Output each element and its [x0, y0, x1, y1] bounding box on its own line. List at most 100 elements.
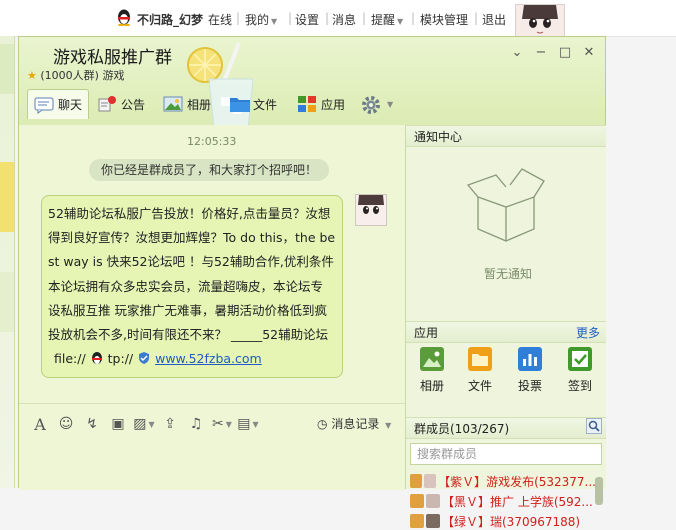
group-size: (1000人群) — [40, 69, 99, 82]
music-icon[interactable]: ♫ — [183, 415, 209, 433]
settings-menu[interactable]: ▼ — [361, 89, 393, 119]
member-list-item[interactable]: 【黑Ｖ】推广 上学族(592... — [410, 492, 596, 510]
shake-icon[interactable]: ↯ — [79, 415, 105, 433]
folder-icon — [468, 347, 492, 371]
message-line: file:// tp:// www.52fzba.com — [48, 347, 338, 371]
tab-label: 公告 — [121, 97, 146, 112]
logout-link[interactable]: 退出 — [482, 11, 506, 28]
tab-label: 应用 — [321, 97, 346, 112]
app-files[interactable]: 文件 — [460, 347, 500, 394]
app-vote[interactable]: 投票 — [510, 347, 550, 394]
close-icon[interactable]: ✕ — [581, 45, 597, 60]
tab-label: 聊天 — [58, 98, 83, 112]
member-avatar — [426, 494, 440, 508]
gift-icon[interactable]: ▣ — [105, 415, 131, 433]
member-list-scrollbar[interactable] — [595, 477, 603, 505]
album-icon — [163, 95, 183, 113]
emoji-icon[interactable]: ☺ — [53, 415, 79, 433]
chevron-down-icon: ▼ — [148, 419, 155, 429]
empty-notice-text: 暂无通知 — [484, 267, 533, 281]
album-icon — [420, 347, 444, 371]
chevron-down-icon: ▼ — [385, 421, 392, 430]
history-label: 消息记录 — [331, 417, 380, 431]
empty-box-icon — [466, 168, 545, 242]
edge-band — [0, 44, 14, 94]
search-icon — [588, 420, 600, 432]
font-icon[interactable]: A — [27, 415, 53, 434]
message-input-area[interactable]: A ☺ ↯ ▣ ▨ ▼ ⇪ ♫ ✂ ▼ ▤ ▼ ◷ 消息记录 ▼ — [19, 403, 405, 490]
chat-message-area[interactable]: 12:05:33 你已经是群成员了，和大家打个招呼吧！ 52辅助论坛私服广告投放… — [19, 125, 405, 403]
image-icon[interactable]: ▨ ▼ — [131, 415, 157, 433]
upload-icon[interactable]: ⇪ — [157, 415, 183, 433]
chevron-down-icon: ▼ — [252, 419, 259, 429]
message-history-button[interactable]: ◷ 消息记录 ▼ — [317, 415, 391, 432]
separator: | — [474, 11, 479, 25]
edge-band — [0, 272, 14, 332]
apps-more-link[interactable]: 更多 — [576, 322, 600, 344]
section-title: 应用 — [414, 326, 439, 340]
tab-chat[interactable]: 聊天 — [27, 89, 89, 119]
group-title: 游戏私服推广群 — [53, 48, 172, 68]
screenshot-icon[interactable]: ✂ ▼ — [209, 415, 235, 433]
chevron-down-icon: ▼ — [271, 17, 278, 26]
group-category[interactable]: 游戏 — [102, 69, 124, 82]
admin-badge-icon — [410, 474, 423, 488]
sender-avatar[interactable] — [355, 194, 387, 226]
window-header: 游戏私服推广群 ★ (1000人群) 游戏 ⌄ − □ ✕ 聊天 公告 相册 文… — [19, 37, 605, 140]
app-label: 签到 — [567, 379, 592, 393]
section-title: 群成员(103/267) — [414, 422, 510, 436]
section-title: 通知中心 — [414, 130, 463, 144]
separator: | — [325, 11, 330, 25]
message-url-link[interactable]: www.52fzba.com — [155, 351, 262, 366]
group-subtitle: ★ (1000人群) 游戏 — [27, 67, 124, 83]
message-line: 本论坛拥有众多忠实会员，流量超嗨皮，本论坛专 — [48, 278, 324, 294]
app-label: 投票 — [517, 379, 542, 393]
anime-face-icon — [356, 195, 386, 225]
tab-label: 相册 — [187, 97, 212, 112]
tab-album[interactable]: 相册 — [163, 89, 211, 119]
member-search-button[interactable] — [586, 418, 602, 434]
member-avatar — [426, 514, 440, 528]
apps-header: 应用 更多 — [406, 321, 606, 343]
vote-icon — [518, 347, 542, 371]
tab-files[interactable]: 文件 — [229, 89, 277, 119]
message-line: 投放机会不多,时间有限还不来？ _____52辅助论坛 — [48, 327, 329, 343]
separator: | — [236, 11, 241, 25]
username-link[interactable]: 不归路_幻梦 — [137, 11, 203, 28]
message-line: 得到良好宣传？汝想更加辉煌？To do this，the be — [48, 230, 336, 246]
chat-icon — [34, 96, 54, 114]
app-label: 相册 — [419, 379, 444, 393]
qq-penguin-icon — [91, 352, 102, 365]
separator: | — [411, 11, 416, 25]
member-name: 【黑Ｖ】推广 上学族(592... — [442, 494, 593, 509]
member-avatar — [424, 474, 437, 488]
dropdown-menu-icon[interactable]: ⌄ — [509, 45, 525, 60]
input-toolbar: A ☺ ↯ ▣ ▨ ▼ ⇪ ♫ ✂ ▼ ▤ ▼ — [27, 414, 261, 434]
messages-link[interactable]: 消息 — [332, 11, 356, 28]
more-tools-icon[interactable]: ▤ ▼ — [235, 415, 261, 433]
minimize-icon[interactable]: − — [533, 45, 549, 60]
module-manage-link[interactable]: 模块管理 — [420, 11, 468, 28]
tab-announcement[interactable]: 公告 — [97, 89, 145, 119]
app-checkin[interactable]: 签到 — [560, 347, 600, 394]
tab-apps[interactable]: 应用 — [297, 89, 345, 119]
member-list-item[interactable]: 【绿Ｖ】瑞(370967188) — [410, 512, 596, 530]
my-menu[interactable]: 我的 ▼ — [245, 11, 277, 28]
member-search-input[interactable]: 搜索群成员 — [410, 443, 602, 465]
user-avatar[interactable] — [515, 4, 565, 38]
qq-penguin-icon — [118, 9, 130, 26]
online-status[interactable]: 在线 — [208, 11, 232, 28]
chevron-down-icon: ▼ — [397, 17, 404, 26]
separator: | — [288, 11, 293, 25]
anime-face-icon — [516, 5, 564, 37]
settings-link[interactable]: 设置 — [295, 11, 319, 28]
reminder-menu[interactable]: 提醒 ▼ — [371, 11, 403, 28]
system-message: 你已经是群成员了，和大家打个招呼吧！ — [89, 159, 330, 181]
notice-center-body: 暂无通知 — [406, 147, 606, 291]
page-left-edge — [0, 36, 15, 488]
members-header: 群成员(103/267) — [406, 417, 606, 439]
message-line: 设私服互推 玩家推广无难事，暑期活动价格低到疯 — [48, 302, 327, 318]
member-list-item[interactable]: 【紫Ｖ】游戏发布(532377... — [410, 472, 596, 490]
app-album[interactable]: 相册 — [412, 347, 452, 394]
maximize-icon[interactable]: □ — [557, 45, 573, 60]
